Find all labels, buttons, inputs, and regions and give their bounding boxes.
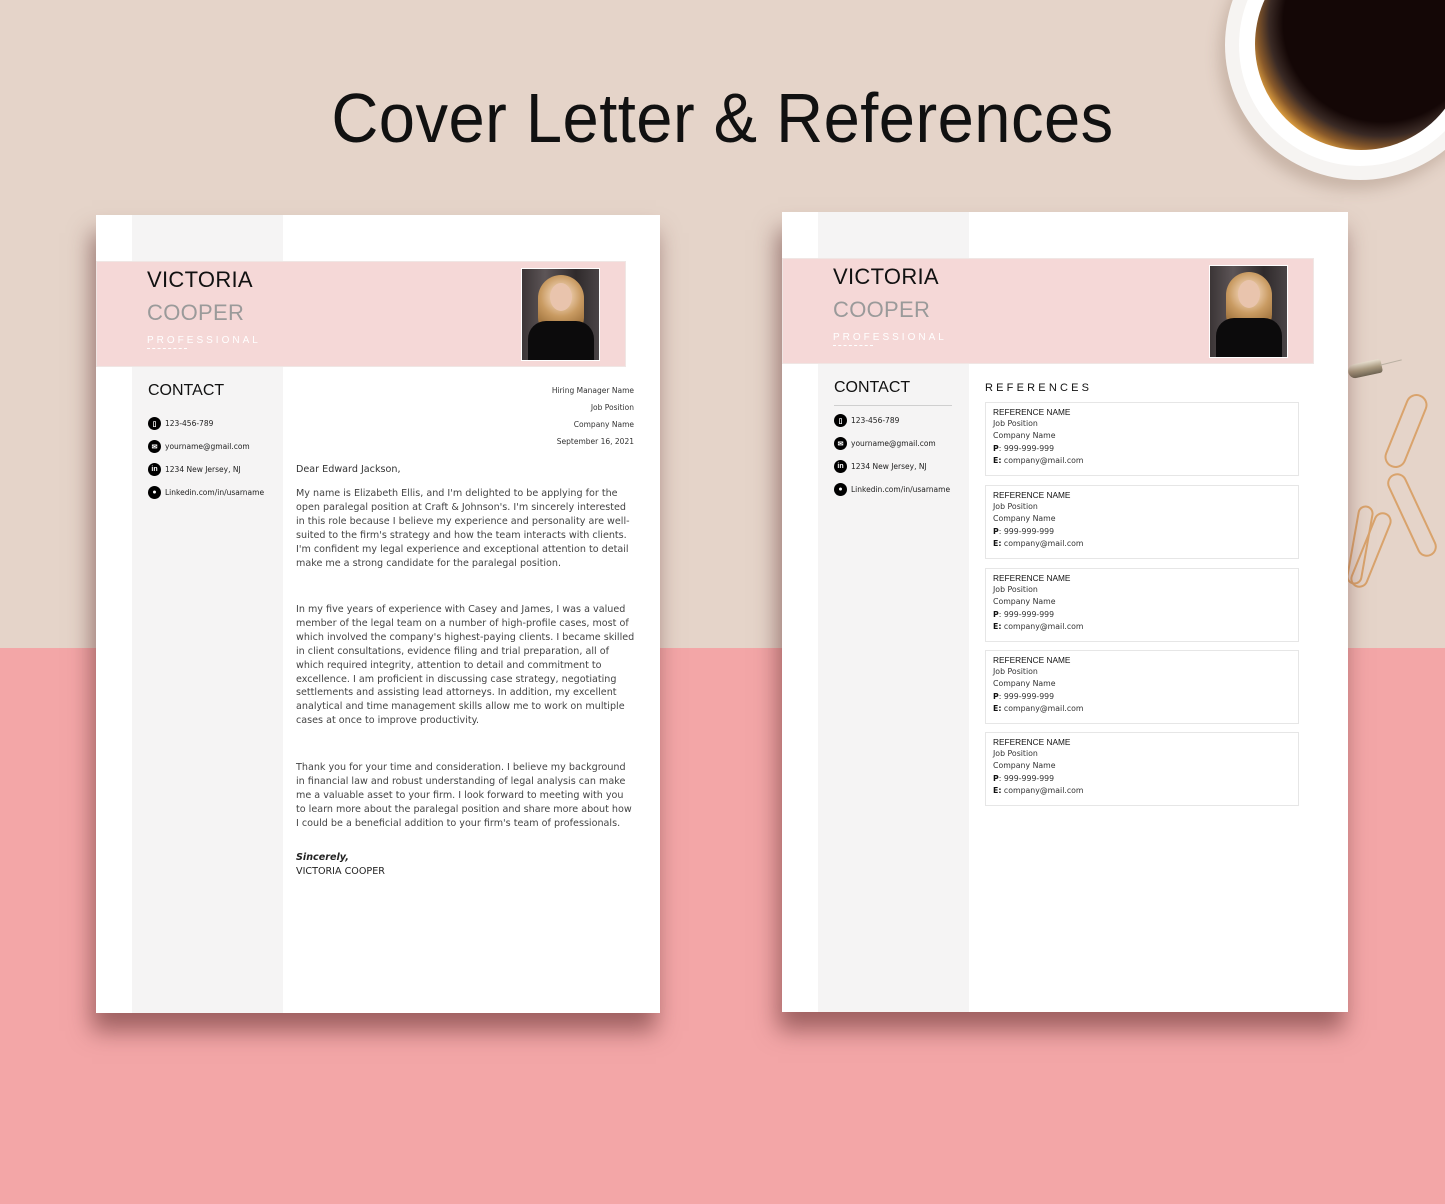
linkedin-icon: in	[148, 463, 161, 476]
reference-email: E: company@mail.com	[993, 538, 1291, 550]
phone-value: : 999-999-999	[998, 773, 1055, 783]
reference-name: REFERENCE NAME	[993, 490, 1071, 500]
contact-heading: CONTACT	[834, 379, 911, 396]
contact-linkedin[interactable]: ● Linkedin.com/in/usarname	[148, 486, 264, 499]
reference-phone: P: 999-999-999	[993, 443, 1291, 455]
photo-face	[550, 283, 572, 311]
contact-phone[interactable]: ▯ 123-456-789	[148, 417, 213, 430]
professional-title: PROFESSIONAL	[147, 335, 261, 346]
reference-company: Company Name	[993, 514, 1056, 524]
reference-position: Job Position	[993, 419, 1038, 428]
reference-phone: P: 999-999-999	[993, 773, 1291, 785]
email-value: company@mail.com	[1001, 704, 1084, 714]
reference-card: REFERENCE NAME Job Position Company Name…	[985, 568, 1299, 642]
salutation: Dear Edward Jackson,	[296, 464, 401, 475]
contact-email[interactable]: ✉ yourname@gmail.com	[834, 437, 936, 450]
recipient-company: Company Name	[573, 420, 634, 429]
signature-name: VICTORIA COOPER	[296, 866, 385, 877]
contact-address[interactable]: in 1234 New Jersey, NJ	[834, 460, 927, 473]
paragraph-2: In my five years of experience with Case…	[296, 604, 635, 727]
reference-phone: P: 999-999-999	[993, 526, 1291, 538]
reference-name: REFERENCE NAME	[993, 407, 1071, 417]
contact-phone[interactable]: ▯ 123-456-789	[834, 414, 899, 427]
photo-body	[528, 321, 594, 360]
email-value: company@mail.com	[1001, 456, 1084, 466]
reference-position: Job Position	[993, 667, 1038, 676]
reference-email: E: company@mail.com	[993, 455, 1291, 467]
title-cutoff-line	[833, 345, 873, 348]
last-name: COOPER	[147, 300, 245, 325]
contact-linkedin-text: Linkedin.com/in/usarname	[851, 485, 951, 494]
recipient-name: Hiring Manager Name	[551, 386, 634, 395]
reference-position: Job Position	[993, 585, 1038, 594]
last-name: COOPER	[833, 297, 931, 322]
phone-value: : 999-999-999	[998, 609, 1055, 619]
mail-icon: ✉	[148, 440, 161, 453]
reference-card: REFERENCE NAME Job Position Company Name…	[985, 485, 1299, 559]
contact-phone-text: 123-456-789	[851, 416, 900, 425]
contact-phone-text: 123-456-789	[165, 419, 214, 428]
reference-email: E: company@mail.com	[993, 621, 1291, 633]
location-pin-icon: ●	[148, 486, 161, 499]
contact-email-text: yourname@gmail.com	[165, 442, 250, 451]
email-value: company@mail.com	[1001, 539, 1084, 549]
mail-icon: ✉	[834, 437, 847, 450]
reference-card: REFERENCE NAME Job Position Company Name…	[985, 650, 1299, 724]
photo-body	[1216, 318, 1282, 357]
reference-email: E: company@mail.com	[993, 785, 1291, 797]
linkedin-icon: in	[834, 460, 847, 473]
email-value: company@mail.com	[1001, 622, 1084, 632]
reference-company: Company Name	[993, 679, 1056, 689]
reference-position: Job Position	[993, 749, 1038, 758]
cover-letter-page: VICTORIA COOPER PROFESSIONAL CONTACT ▯ 1…	[96, 215, 660, 1013]
contact-linkedin[interactable]: ● Linkedin.com/in/usarname	[834, 483, 950, 496]
paragraph-3: Thank you for your time and consideratio…	[296, 762, 632, 829]
contact-heading: CONTACT	[148, 382, 225, 399]
contact-email-text: yourname@gmail.com	[851, 439, 936, 448]
reference-card: REFERENCE NAME Job Position Company Name…	[985, 732, 1299, 806]
letter-date: September 16, 2021	[556, 437, 634, 446]
contact-address-text: 1234 New Jersey, NJ	[165, 465, 241, 474]
reference-card: REFERENCE NAME Job Position Company Name…	[985, 402, 1299, 476]
reference-name: REFERENCE NAME	[993, 655, 1071, 665]
page-title: Cover Letter & References	[331, 79, 1114, 157]
phone-icon: ▯	[834, 414, 847, 427]
first-name: VICTORIA	[833, 264, 939, 289]
reference-phone: P: 999-999-999	[993, 691, 1291, 703]
contact-address-text: 1234 New Jersey, NJ	[851, 462, 927, 471]
signoff: Sincerely,	[296, 852, 349, 863]
profile-photo	[521, 268, 600, 361]
contact-email[interactable]: ✉ yourname@gmail.com	[148, 440, 250, 453]
paragraph-1: My name is Elizabeth Ellis, and I'm deli…	[296, 488, 630, 569]
reference-phone: P: 999-999-999	[993, 609, 1291, 621]
contact-divider	[834, 405, 952, 406]
first-name: VICTORIA	[147, 267, 253, 292]
reference-name: REFERENCE NAME	[993, 737, 1071, 747]
photo-face	[1238, 280, 1260, 308]
reference-email: E: company@mail.com	[993, 703, 1291, 715]
reference-position: Job Position	[993, 502, 1038, 511]
contact-linkedin-text: Linkedin.com/in/usarname	[165, 488, 265, 497]
reference-name: REFERENCE NAME	[993, 573, 1071, 583]
reference-company: Company Name	[993, 761, 1056, 771]
reference-company: Company Name	[993, 597, 1056, 607]
location-pin-icon: ●	[834, 483, 847, 496]
contact-address[interactable]: in 1234 New Jersey, NJ	[148, 463, 241, 476]
title-cutoff-line	[147, 348, 187, 351]
phone-icon: ▯	[148, 417, 161, 430]
email-value: company@mail.com	[1001, 786, 1084, 796]
reference-company: Company Name	[993, 431, 1056, 441]
profile-photo	[1209, 265, 1288, 358]
phone-value: : 999-999-999	[998, 443, 1055, 453]
references-heading: REFERENCES	[985, 382, 1093, 394]
recipient-position: Job Position	[590, 403, 634, 412]
phone-value: : 999-999-999	[998, 691, 1055, 701]
phone-value: : 999-999-999	[998, 526, 1055, 536]
references-page: VICTORIA COOPER PROFESSIONAL CONTACT ▯ 1…	[782, 212, 1348, 1012]
professional-title: PROFESSIONAL	[833, 332, 947, 343]
